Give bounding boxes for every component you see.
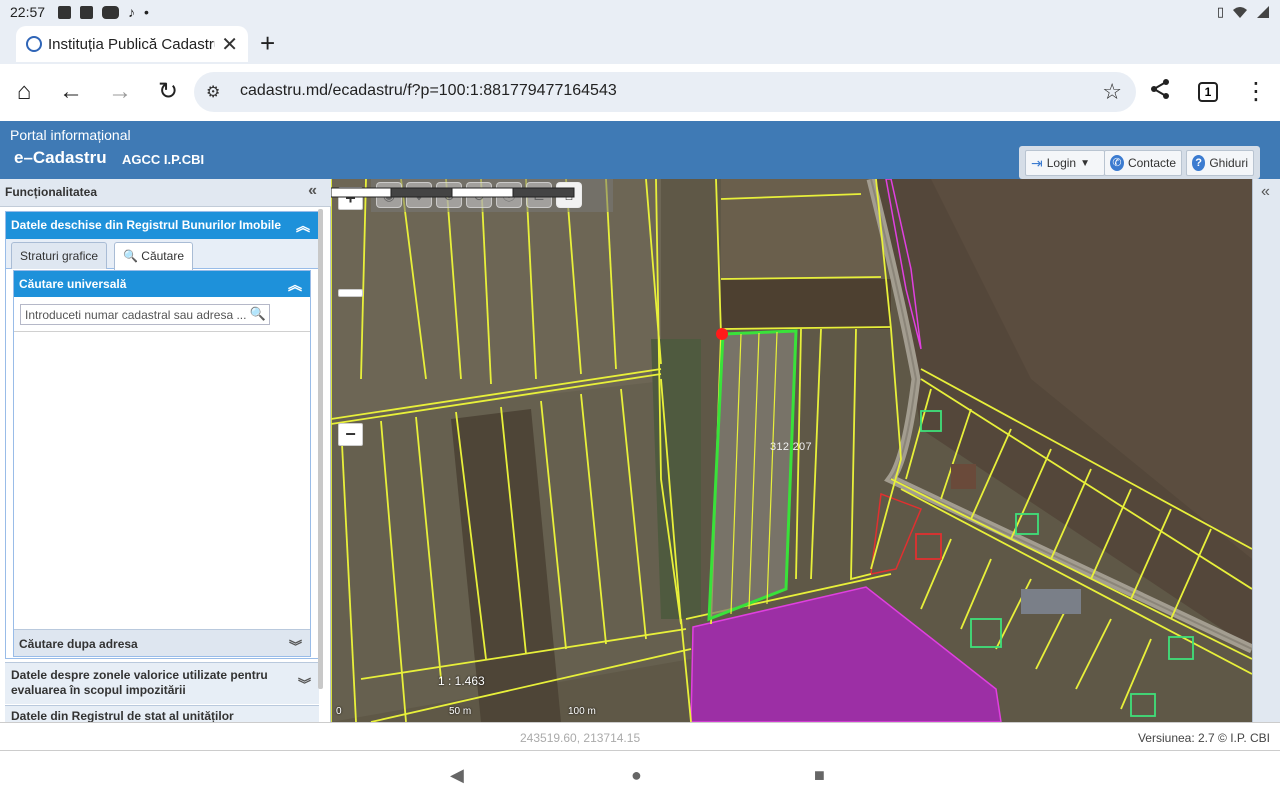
state-register-section[interactable]: Datele din Registrul de stat al unitățil… [5, 705, 319, 722]
page-footer: 243519.60, 213714.15 Versiunea: 2.7 © I.… [0, 722, 1280, 751]
phone-icon: ✆ [1110, 155, 1124, 171]
cursor-coordinates: 243519.60, 213714.15 [520, 731, 641, 745]
guides-label: Ghiduri [1209, 156, 1248, 170]
status-bar: 22:57 ♪ • ▯ [0, 0, 1280, 24]
contacts-label: Contacte [1127, 156, 1176, 170]
brand-title[interactable]: e–Cadastru [14, 148, 107, 168]
sidebar-title: Funcționalitatea [5, 185, 98, 199]
browser-tab-strip: Instituția Publică Cadastrul ✕ + [0, 24, 1280, 64]
scale-label-50: 50 m [449, 706, 472, 717]
youtube-icon [102, 5, 119, 19]
universal-search-title: Căutare universală [19, 277, 127, 291]
parcel-number-label: 312 207 [770, 441, 812, 453]
browser-toolbar: ⌂ ← → ↻ ⚙ cadastru.md/ecadastru/f?p=100:… [0, 64, 1280, 120]
signal-icon [1257, 6, 1269, 18]
address-bar[interactable]: ⚙ cadastru.md/ecadastru/f?p=100:1:881779… [194, 72, 1136, 112]
login-label: Login [1046, 156, 1077, 170]
scale-ratio: 1 : 1.463 [438, 674, 485, 688]
collapse-sidebar-icon[interactable]: « [308, 182, 317, 200]
search-icon[interactable]: 🔍 [250, 306, 266, 322]
value-zones-label: Datele despre zonele valorice utilizate … [11, 668, 268, 697]
zoom-out-button[interactable]: − [338, 423, 363, 446]
notification-dot: • [144, 4, 149, 20]
new-tab-button[interactable]: + [260, 28, 284, 59]
tab-search[interactable]: 🔍 Căutare [114, 242, 193, 270]
reload-icon[interactable]: ↻ [154, 78, 182, 106]
search-input[interactable]: Introduceti numar cadastral sau adresa .… [20, 304, 270, 325]
share-icon[interactable] [1146, 78, 1174, 106]
open-data-panel: Datele deschise din Registrul Bunurilor … [5, 211, 319, 659]
status-time: 22:57 [10, 4, 46, 20]
recents-square-icon[interactable]: ■ [814, 765, 825, 786]
expand-right-panel-icon[interactable]: « [1261, 183, 1270, 201]
universal-search-header[interactable]: Căutare universală ︽ [14, 271, 310, 297]
open-data-panel-header[interactable]: Datele deschise din Registrul Bunurilor … [6, 212, 318, 239]
chevron-up-icon[interactable]: ︽ [288, 275, 302, 295]
zoom-slider[interactable] [338, 289, 363, 297]
wifi-icon [1233, 7, 1247, 18]
android-nav-bar: ◀ ● ■ [0, 751, 1280, 800]
star-icon[interactable]: ☆ [1102, 79, 1122, 105]
universal-search-panel: Căutare universală ︽ Introduceti numar c… [13, 270, 311, 657]
state-register-label: Datele din Registrul de stat al unitățil… [11, 709, 234, 722]
header-tools: ⇥ Login ▼ ✆ Contacte ? Ghiduri [1019, 146, 1260, 179]
site-header: Portal informațional e–Cadastru AGCC I.P… [0, 121, 1280, 179]
sidebar-scrollbar[interactable] [318, 209, 323, 689]
scale-bar [331, 187, 575, 198]
stop-icon [80, 5, 93, 19]
tab-title: Instituția Publică Cadastrul [48, 35, 216, 53]
version-info: Versiunea: 2.7 © I.P. CBI [1137, 731, 1270, 745]
menu-dots-icon[interactable]: ⋮ [1242, 78, 1270, 106]
search-icon: 🔍 [123, 249, 138, 263]
tab-switcher-button[interactable]: 1 [1198, 82, 1218, 102]
address-search-label: Căutare dupa adresa [19, 637, 138, 651]
portal-title: Portal informațional [10, 127, 131, 143]
panel-tabs: Straturi grafice 🔍 Căutare [6, 239, 318, 270]
tab-search-label: Căutare [141, 249, 184, 263]
back-arrow-icon[interactable]: ← [57, 78, 85, 106]
site-favicon-icon [26, 36, 42, 52]
chevron-up-icon[interactable]: ︽ [296, 216, 310, 236]
help-icon: ? [1192, 155, 1206, 171]
home-circle-icon[interactable]: ● [631, 765, 642, 786]
chevron-down-icon: ▼ [1080, 157, 1091, 169]
back-triangle-icon[interactable]: ◀ [450, 765, 464, 786]
login-icon: ⇥ [1031, 154, 1043, 171]
chevron-down-icon[interactable]: ︾ [298, 677, 311, 692]
sidebar: Funcționalitatea « Datele deschise din R… [0, 179, 331, 722]
vibrate-icon: ▯ [1216, 4, 1224, 19]
browser-tab[interactable]: Instituția Publică Cadastrul ✕ [16, 26, 248, 62]
scale-label-0: 0 [336, 706, 342, 717]
right-panel: « [1252, 179, 1280, 722]
forward-arrow-icon[interactable]: → [106, 78, 134, 106]
url-text[interactable]: cadastru.md/ecadastru/f?p=100:1:88177947… [240, 82, 617, 100]
search-placeholder: Introduceti numar cadastral sau adresa .… [25, 308, 247, 322]
search-results [14, 331, 310, 631]
chevron-down-icon[interactable]: ︾ [289, 636, 302, 655]
home-icon[interactable]: ⌂ [10, 78, 38, 106]
close-tab-icon[interactable]: ✕ [221, 32, 238, 57]
address-search-section[interactable]: Căutare dupa adresa ︾ [14, 629, 310, 656]
open-data-panel-title: Datele deschise din Registrul Bunurilor … [11, 218, 282, 232]
guides-button[interactable]: ? Ghiduri [1186, 150, 1254, 176]
scale-label-100: 100 m [568, 706, 596, 717]
tiktok-icon: ♪ [128, 4, 135, 20]
login-button[interactable]: ⇥ Login ▼ [1025, 150, 1105, 176]
map-view[interactable]: ◉ ✥ ⊕ ⊖ ⓘ ⊏ ⌂ + − 312 207 1 : 1.463 0 50… [331, 179, 1252, 722]
contacts-button[interactable]: ✆ Contacte [1104, 150, 1182, 176]
tune-icon[interactable]: ⚙ [206, 82, 220, 102]
image-icon [58, 5, 71, 19]
sidebar-header: Funcționalitatea « [0, 179, 331, 207]
agency-name: AGCC I.P.CBI [122, 152, 205, 167]
value-zones-section[interactable]: Datele despre zonele valorice utilizate … [5, 662, 319, 704]
tab-graphic-layers[interactable]: Straturi grafice [11, 242, 108, 269]
